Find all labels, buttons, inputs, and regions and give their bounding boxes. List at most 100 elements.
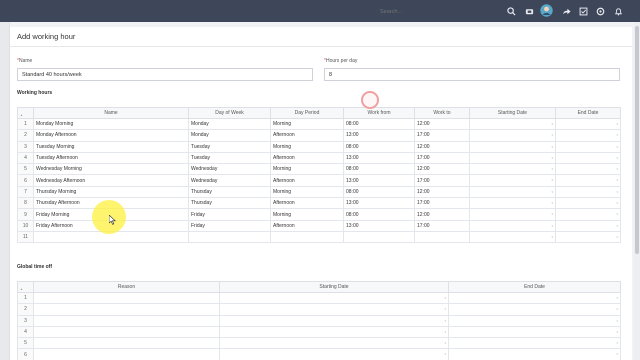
date-cell[interactable]: ▾ — [555, 140, 621, 153]
table-cell[interactable]: ▾ — [219, 291, 449, 305]
table-cell[interactable]: Morning — [270, 140, 344, 153]
table-cell[interactable]: Thursday — [188, 197, 271, 210]
table-cell[interactable]: Wednesday Morning — [33, 163, 189, 176]
table-cell[interactable]: 08:00 — [343, 208, 415, 221]
hours-per-day-field[interactable] — [324, 68, 620, 81]
table-row[interactable]: 4 Tuesday Afternoon Tuesday Afternoon 13:00 1… — [17, 151, 621, 165]
video-icon[interactable] — [524, 6, 534, 16]
table-cell[interactable]: Monday Afternoon — [33, 129, 189, 142]
date-cell[interactable]: ▾ — [555, 230, 621, 244]
settings-icon[interactable] — [595, 6, 605, 16]
table-row[interactable]: 3 ▾ ▾ — [17, 314, 621, 327]
tasks-icon[interactable] — [578, 6, 588, 16]
page-scrollbar[interactable] — [634, 22, 640, 360]
date-cell[interactable]: ▾ — [555, 185, 621, 199]
table-cell[interactable] — [33, 348, 220, 360]
column-header[interactable]: Starting Date — [219, 281, 449, 293]
date-cell[interactable]: ▾ — [555, 163, 621, 176]
name-field[interactable] — [17, 68, 313, 81]
table-cell[interactable]: 17:00 — [414, 197, 470, 210]
table-cell[interactable]: 17:00 — [414, 129, 470, 142]
table-cell[interactable]: 08:00 — [343, 140, 415, 153]
table-row[interactable]: 6 Wednesday Afternoon Wednesday Afternoon 13… — [17, 174, 621, 187]
table-cell[interactable]: ▾ — [219, 348, 449, 360]
table-cell[interactable] — [33, 303, 220, 316]
table-cell[interactable]: Tuesday Afternoon — [33, 151, 189, 165]
table-cell[interactable]: Morning — [270, 185, 344, 199]
column-header[interactable]: End Date — [555, 107, 621, 119]
table-cell[interactable]: 13:00 — [343, 219, 415, 232]
table-cell[interactable]: ▾ — [448, 291, 621, 305]
table-cell[interactable]: ▾ — [219, 325, 449, 339]
table-cell[interactable]: Wednesday Afternoon — [33, 174, 189, 187]
table-row[interactable]: 1 Monday Morning Monday Morning 08:00 12:00 ▾ ▾ — [17, 117, 621, 131]
table-cell[interactable]: 12:00 — [414, 163, 470, 176]
table-cell[interactable]: 12:00 — [414, 140, 470, 153]
date-cell[interactable]: ▾ — [469, 230, 556, 244]
date-cell[interactable]: ▾ — [469, 197, 556, 210]
date-cell[interactable]: ▾ — [469, 174, 556, 187]
table-cell[interactable]: Thursday Morning — [33, 185, 189, 199]
search-icon[interactable] — [506, 6, 516, 16]
table-cell[interactable]: ▾ — [448, 348, 621, 360]
date-cell[interactable]: ▾ — [555, 219, 621, 232]
table-cell[interactable]: ▾ — [448, 303, 621, 316]
date-cell[interactable]: ▾ — [555, 151, 621, 165]
table-cell[interactable]: Tuesday Morning — [33, 140, 189, 153]
avatar[interactable] — [540, 4, 553, 17]
column-header[interactable]: Day of Week — [188, 107, 271, 119]
table-row[interactable]: 4 ▾ ▾ — [17, 325, 621, 339]
table-cell[interactable]: Wednesday — [188, 174, 271, 187]
table-cell[interactable]: Afternoon — [270, 197, 344, 210]
table-row[interactable]: 6 ▾ ▾ — [17, 348, 621, 360]
table-cell[interactable] — [414, 230, 470, 244]
table-row[interactable]: 5 Wednesday Morning Wednesday Morning 08:00 1… — [17, 163, 621, 176]
column-header[interactable]: Reason — [33, 281, 220, 293]
column-header[interactable]: Name — [33, 107, 189, 119]
table-cell[interactable]: 13:00 — [343, 197, 415, 210]
date-cell[interactable]: ▾ — [469, 151, 556, 165]
table-cell[interactable] — [33, 337, 220, 350]
table-cell[interactable] — [343, 230, 415, 244]
table-row[interactable]: 1 ▾ ▾ — [17, 291, 621, 305]
table-row[interactable]: 5 ▾ ▾ — [17, 337, 621, 350]
date-cell[interactable]: ▾ — [469, 129, 556, 142]
table-cell[interactable] — [33, 314, 220, 327]
table-cell[interactable]: ▾ — [448, 337, 621, 350]
notifications-icon[interactable] — [613, 6, 623, 16]
table-cell[interactable]: ▾ — [219, 337, 449, 350]
table-row[interactable]: 3 Tuesday Morning Tuesday Morning 08:00 12:00… — [17, 140, 621, 153]
table-cell[interactable]: Thursday — [188, 185, 271, 199]
date-cell[interactable]: ▾ — [555, 197, 621, 210]
table-cell[interactable]: 13:00 — [343, 129, 415, 142]
table-row[interactable]: 2 ▾ ▾ — [17, 303, 621, 316]
table-cell[interactable]: 12:00 — [414, 208, 470, 221]
table-cell[interactable]: Friday — [188, 219, 271, 232]
table-row[interactable]: 7 Thursday Morning Thursday Morning 08:00 12:… — [17, 185, 621, 199]
table-cell[interactable]: Morning — [270, 117, 344, 131]
table-cell[interactable] — [188, 230, 271, 244]
table-cell[interactable]: 13:00 — [343, 174, 415, 187]
table-cell[interactable]: Tuesday — [188, 140, 271, 153]
date-cell[interactable]: ▾ — [469, 185, 556, 199]
table-cell[interactable]: 17:00 — [414, 174, 470, 187]
table-cell[interactable]: 17:00 — [414, 151, 470, 165]
table-row[interactable]: 2 Monday Afternoon Monday Afternoon 13:00 17:… — [17, 129, 621, 142]
date-cell[interactable]: ▾ — [469, 140, 556, 153]
date-cell[interactable]: ▾ — [469, 163, 556, 176]
table-cell[interactable]: 12:00 — [414, 117, 470, 131]
table-cell[interactable]: Monday Morning — [33, 117, 189, 131]
share-icon[interactable] — [561, 6, 571, 16]
date-cell[interactable]: ▾ — [469, 219, 556, 232]
column-header[interactable]: Work from — [343, 107, 415, 119]
table-cell[interactable]: 17:00 — [414, 219, 470, 232]
column-header[interactable]: Starting Date — [469, 107, 556, 119]
table-cell[interactable]: 08:00 — [343, 117, 415, 131]
table-cell[interactable]: Friday — [188, 208, 271, 221]
table-cell[interactable] — [33, 325, 220, 339]
table-cell[interactable]: 08:00 — [343, 185, 415, 199]
table-cell[interactable]: ▾ — [219, 314, 449, 327]
table-cell[interactable]: Wednesday — [188, 163, 271, 176]
table-cell[interactable]: Tuesday — [188, 151, 271, 165]
table-cell[interactable]: ▾ — [448, 325, 621, 339]
